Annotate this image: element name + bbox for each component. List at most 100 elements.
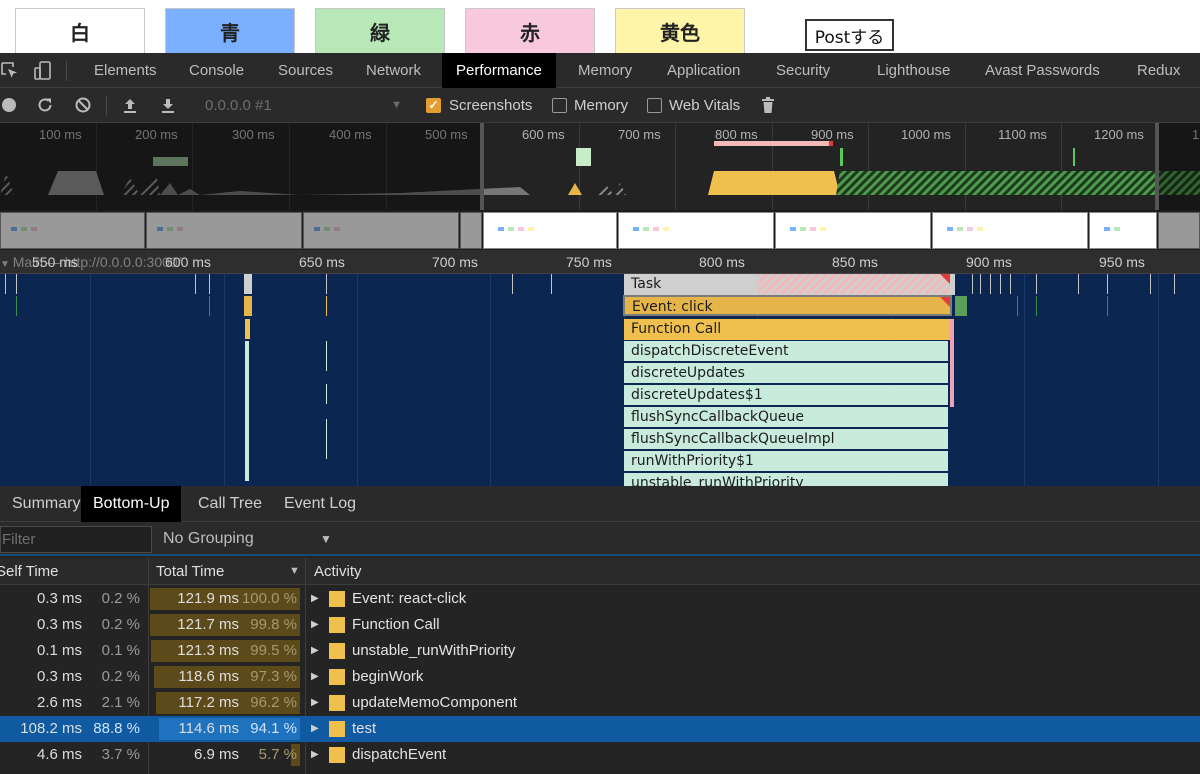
green-button[interactable]: 緑 xyxy=(315,8,445,53)
total-time-value: 121.9 ms xyxy=(177,590,239,607)
total-time-value: 117.2 ms xyxy=(178,694,239,711)
table-row[interactable]: 2.6 ms 2.1 % 117.2 ms 96.2 % updateMemoCompo… xyxy=(0,690,1200,716)
inspect-element-icon[interactable] xyxy=(0,61,20,81)
flame-entry[interactable]: Function Call xyxy=(624,319,950,340)
flame-entry[interactable]: Event: click xyxy=(623,295,952,316)
bottom-up-table: Self Time Total Time ▼ Activity 0.3 ms 0.… xyxy=(0,558,1200,774)
total-time-percent: 96.2 % xyxy=(250,694,297,711)
tab-event-log[interactable]: Event Log xyxy=(272,486,368,522)
self-time-percent: 88.8 % xyxy=(93,720,140,737)
flame-entry[interactable]: flushSyncCallbackQueue xyxy=(624,407,948,428)
trash-icon[interactable] xyxy=(759,96,777,114)
expand-arrow-icon[interactable]: ▶ xyxy=(311,690,319,716)
flame-entry[interactable]: unstable_runWithPriority xyxy=(624,473,948,486)
web-vitals-label: Web Vitals xyxy=(669,97,741,114)
overview-right-handle[interactable] xyxy=(1155,123,1159,210)
filter-input[interactable] xyxy=(0,526,152,553)
table-header: Self Time Total Time ▼ Activity xyxy=(0,558,1200,585)
column-activity[interactable]: Activity xyxy=(314,558,362,585)
total-time-value: 121.7 ms xyxy=(177,616,239,633)
column-self-time[interactable]: Self Time xyxy=(0,558,59,585)
flame-entry[interactable]: discreteUpdates xyxy=(624,363,948,384)
screenshots-checkbox[interactable]: ✓ xyxy=(426,98,441,113)
timeline-overview[interactable]: 100 ms 200 ms 300 ms 400 ms 500 ms 600 m… xyxy=(0,123,1200,250)
performance-toolbar: 0.0.0.0 #1 ▼ ✓ Screenshots Memory Web Vi… xyxy=(0,88,1200,123)
category-color-icon xyxy=(329,721,345,737)
overview-left-handle[interactable] xyxy=(480,123,484,210)
table-row[interactable]: 0.1 ms 0.1 % 121.3 ms 99.5 % unstable_runWit… xyxy=(0,638,1200,664)
main-thread-label[interactable]: ▼ Main — http://0.0.0.0:3000/ xyxy=(0,254,182,270)
tab-application[interactable]: Application xyxy=(653,53,754,88)
expand-arrow-icon[interactable]: ▶ xyxy=(311,742,319,768)
expand-arrow-icon[interactable]: ▶ xyxy=(311,586,319,612)
blue-button[interactable]: 青 xyxy=(165,8,295,53)
web-vitals-checkbox[interactable] xyxy=(647,98,662,113)
yellow-button[interactable]: 黄色 xyxy=(615,8,745,53)
tab-avast-passwords[interactable]: Avast Passwords xyxy=(971,53,1114,88)
tab-security[interactable]: Security xyxy=(762,53,844,88)
flame-chart[interactable]: Task Event: click Function Call dispatch… xyxy=(0,274,1200,486)
flame-entry[interactable]: discreteUpdates$1 xyxy=(624,385,948,406)
total-time-percent: 99.8 % xyxy=(250,616,297,633)
tab-network[interactable]: Network xyxy=(352,53,435,88)
category-color-icon xyxy=(329,695,345,711)
webpage-area: 白 青 緑 赤 黄色 Postする xyxy=(0,0,1200,53)
flame-entry[interactable]: flushSyncCallbackQueueImpl xyxy=(624,429,948,450)
record-icon[interactable] xyxy=(0,96,18,114)
details-tab-bar: Summary Bottom-Up Call Tree Event Log xyxy=(0,486,1200,522)
clear-icon[interactable] xyxy=(74,96,92,114)
expand-arrow-icon[interactable]: ▶ xyxy=(311,638,319,664)
upload-icon[interactable] xyxy=(121,96,139,114)
expand-arrow-icon[interactable]: ▶ xyxy=(311,612,319,638)
tab-summary[interactable]: Summary xyxy=(0,486,92,522)
grouping-select[interactable]: No Grouping ▼ xyxy=(163,522,333,556)
total-time-percent: 97.3 % xyxy=(250,668,297,685)
screenshot-thumbnail xyxy=(0,212,145,249)
total-time-percent: 94.1 % xyxy=(250,720,297,737)
expand-arrow-icon[interactable]: ▶ xyxy=(311,664,319,690)
white-button[interactable]: 白 xyxy=(15,8,145,53)
red-button[interactable]: 赤 xyxy=(465,8,595,53)
flame-entry[interactable]: dispatchDiscreteEvent xyxy=(624,341,948,362)
table-row[interactable]: 108.2 ms 88.8 % 114.6 ms 94.1 % test ▶ xyxy=(0,716,1200,742)
reload-icon[interactable] xyxy=(36,96,54,114)
tab-lighthouse[interactable]: Lighthouse xyxy=(863,53,964,88)
self-time-value: 4.6 ms xyxy=(36,746,82,763)
total-time-value: 6.9 ms xyxy=(193,746,239,763)
activity-name: Event: react-click xyxy=(352,590,467,607)
tab-redux[interactable]: Redux xyxy=(1123,53,1194,88)
long-task-hatch xyxy=(757,274,950,294)
tab-memory[interactable]: Memory xyxy=(564,53,646,88)
long-task-marker xyxy=(940,297,950,307)
tab-call-tree[interactable]: Call Tree xyxy=(186,486,274,522)
tab-bottom-up[interactable]: Bottom-Up xyxy=(81,486,182,522)
memory-checkbox[interactable] xyxy=(552,98,567,113)
activity-name: updateMemoComponent xyxy=(352,694,518,711)
table-row[interactable]: 0.3 ms 0.2 % 121.9 ms 100.0 % Event: react-c… xyxy=(0,586,1200,612)
devtools-tab-bar: Elements Console Sources Network Perform… xyxy=(0,53,1200,88)
screenshot-thumbnail xyxy=(1089,212,1157,249)
download-icon[interactable] xyxy=(159,96,177,114)
tab-sources[interactable]: Sources xyxy=(264,53,347,88)
table-row[interactable]: 0.3 ms 0.2 % 121.7 ms 99.8 % Function Call ▶ xyxy=(0,612,1200,638)
post-button[interactable]: Postする xyxy=(805,19,894,51)
self-time-value: 0.3 ms xyxy=(36,668,82,685)
tab-performance[interactable]: Performance xyxy=(442,53,556,88)
details-filter-bar: No Grouping ▼ xyxy=(0,522,1200,556)
profile-select[interactable]: 0.0.0.0 #1 ▼ xyxy=(196,88,410,123)
total-time-percent: 100.0 % xyxy=(241,590,297,607)
activity-name: dispatchEvent xyxy=(352,746,447,763)
memory-label: Memory xyxy=(574,97,629,114)
self-time-percent: 3.7 % xyxy=(101,746,140,763)
table-row[interactable]: 4.6 ms 3.7 % 6.9 ms 5.7 % dispatchEvent ▶ xyxy=(0,742,1200,768)
device-toolbar-icon[interactable] xyxy=(33,61,53,81)
flame-entry[interactable]: runWithPriority$1 xyxy=(624,451,948,472)
tab-elements[interactable]: Elements xyxy=(80,53,171,88)
column-total-time[interactable]: Total Time xyxy=(156,558,224,585)
expand-arrow-icon[interactable]: ▶ xyxy=(311,716,319,742)
tab-console[interactable]: Console xyxy=(175,53,258,88)
chevron-down-icon: ▼ xyxy=(391,99,402,111)
category-color-icon xyxy=(329,747,345,763)
table-row[interactable]: 0.3 ms 0.2 % 118.6 ms 97.3 % beginWork ▶ xyxy=(0,664,1200,690)
self-time-percent: 2.1 % xyxy=(101,694,140,711)
